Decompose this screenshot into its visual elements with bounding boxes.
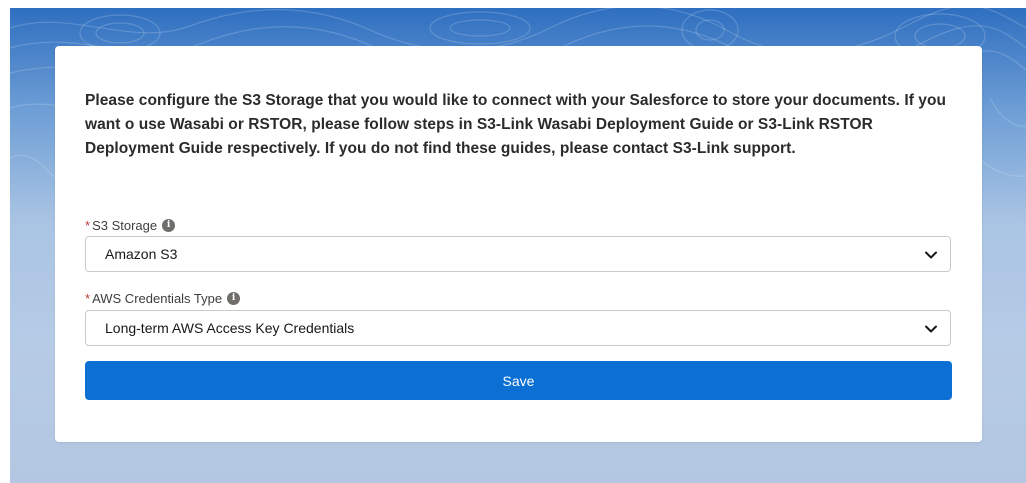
aws-credentials-type-label: * AWS Credentials Type i	[85, 291, 241, 306]
s3-storage-label-text: S3 Storage	[92, 218, 158, 233]
info-icon[interactable]: i	[227, 292, 241, 305]
s3-storage-select[interactable]: Amazon S3	[85, 236, 951, 272]
save-button[interactable]: Save	[85, 361, 952, 400]
aws-credentials-type-select[interactable]: Long-term AWS Access Key Credentials	[85, 310, 951, 346]
required-marker: *	[85, 291, 91, 306]
chevron-down-icon	[925, 251, 937, 259]
info-icon[interactable]: i	[162, 219, 176, 232]
s3-storage-label: * S3 Storage i	[85, 218, 176, 233]
intro-text: Please configure the S3 Storage that you…	[85, 92, 946, 157]
aws-credentials-type-label-text: AWS Credentials Type	[92, 291, 223, 306]
chevron-down-icon	[925, 325, 937, 333]
required-marker: *	[85, 218, 91, 233]
aws-credentials-type-value: Long-term AWS Access Key Credentials	[105, 320, 355, 336]
s3-storage-value: Amazon S3	[105, 246, 178, 262]
